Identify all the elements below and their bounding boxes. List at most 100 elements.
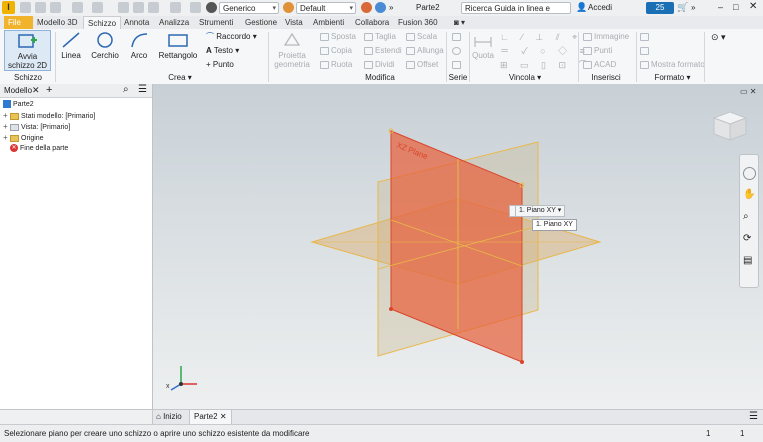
home-icon[interactable] [118, 2, 129, 13]
appearance-select[interactable]: Generico ▾ [219, 2, 279, 14]
tab-collabora[interactable]: Collabora [351, 16, 393, 29]
subscription-timer[interactable]: 25 [646, 2, 674, 14]
plane-handle[interactable] [520, 360, 524, 364]
construction-button[interactable] [640, 32, 651, 42]
tree-item-origin[interactable]: + Origine [3, 133, 44, 143]
tab-ambienti[interactable]: Ambienti [309, 16, 348, 29]
text-button[interactable]: A Testo ▾ [206, 46, 239, 56]
origin-planes[interactable]: XZ Plane [153, 84, 763, 409]
appearance-icon[interactable] [206, 2, 217, 13]
exit-sketch-icon[interactable]: ⊙ ▾ [711, 32, 726, 43]
scale-button[interactable]: Scala [406, 32, 437, 42]
chevron-right-icon[interactable]: » [389, 3, 393, 12]
color-icon[interactable] [283, 2, 294, 13]
material-icon[interactable] [190, 2, 201, 13]
view-cube[interactable] [710, 108, 750, 144]
offset-button[interactable]: Offset [406, 60, 438, 70]
tab-document[interactable]: Parte2 ✕ [189, 410, 232, 425]
circle-button[interactable]: Cerchio [90, 31, 120, 60]
tab-strumenti[interactable]: Strumenti [195, 16, 237, 29]
trim-button[interactable]: Taglia [364, 32, 396, 42]
menu-icon[interactable]: ☰ [138, 84, 147, 95]
fx-icon[interactable] [361, 2, 372, 13]
fillet-button[interactable]: ⌒ Raccordo ▾ [206, 32, 257, 42]
graphics-viewport[interactable]: XZ Plane ⋮ 1. Piano XY ▾ 1. Piano XY ▭ ✕… [153, 84, 763, 409]
dimension-button[interactable]: Quota [472, 35, 494, 60]
tab-vista[interactable]: Vista [281, 16, 307, 29]
close-tab-icon[interactable]: ✕ [220, 412, 227, 421]
tab-gestione[interactable]: Gestione [241, 16, 281, 29]
look-at-icon[interactable]: ▤ [743, 255, 752, 266]
constraints-row-1[interactable]: ∟ ∕ ⊥ ⫽ ⌖ [500, 32, 582, 42]
expand-icon[interactable]: + [3, 122, 10, 132]
close-icon[interactable]: ✕ [749, 1, 757, 12]
project-geometry-button[interactable]: Proietta geometria [272, 31, 312, 69]
tab-options-icon[interactable]: ◙ ▾ [450, 16, 469, 29]
browser-close-icon[interactable]: ✕ [32, 85, 40, 96]
user-icon[interactable]: 👤 [576, 2, 587, 13]
search-icon[interactable]: ⌕ [123, 84, 129, 95]
zoom-icon[interactable]: ⌕ [743, 211, 749, 222]
maximize-icon[interactable]: □ [733, 2, 738, 12]
expand-icon[interactable]: + [3, 111, 10, 121]
tab-home[interactable]: ⌂ Inizio [156, 412, 182, 421]
tab-fusion-360[interactable]: Fusion 360 [394, 16, 442, 29]
chevron-right-icon-2[interactable]: » [691, 3, 695, 12]
undo-icon[interactable] [72, 2, 83, 13]
arc-button[interactable]: Arco [126, 31, 152, 60]
split-button[interactable]: Dividi [364, 60, 395, 70]
chevron-down-icon[interactable]: ▾ [558, 207, 562, 214]
tree-item-view[interactable]: + Vista: [Primario] [3, 122, 70, 132]
mirror-button[interactable] [452, 60, 463, 70]
cart-icon[interactable]: 🛒 [677, 2, 688, 13]
move-button[interactable]: Sposta [320, 32, 356, 42]
material-select[interactable]: Default ▾ [296, 2, 356, 14]
points-button[interactable]: Punti [583, 46, 612, 56]
tree-item-model-states[interactable]: + Stati modello: [Primario] [3, 111, 95, 121]
open-file-icon[interactable] [35, 2, 46, 13]
tree-item-end-of-part[interactable]: ✕ Fine della parte [3, 144, 68, 154]
new-file-icon[interactable] [20, 2, 31, 13]
rotate-button[interactable]: Ruota [320, 60, 352, 70]
tab-annota[interactable]: Annota [120, 16, 153, 29]
tabs-menu-icon[interactable]: ☰ [749, 411, 758, 422]
close-viewport-icon[interactable]: ✕ [750, 87, 757, 96]
pan-icon[interactable]: ✋ [743, 189, 755, 200]
stretch-button[interactable]: Allunga [406, 46, 444, 56]
measure-icon[interactable] [170, 2, 181, 13]
add-browser-icon[interactable]: + [46, 84, 52, 96]
show-format-button[interactable]: Mostra formato [640, 60, 705, 70]
tab-file[interactable]: File [4, 16, 33, 29]
expand-icon[interactable]: + [3, 133, 10, 143]
selection-menu-item[interactable]: 1. Piano XY [532, 219, 577, 231]
update-icon[interactable] [133, 2, 144, 13]
copy-button[interactable]: Copia [320, 46, 352, 56]
constraints-row-2[interactable]: ＝ ✓ ○ ◇ ≡ [500, 46, 590, 56]
redo-icon[interactable] [92, 2, 103, 13]
select-icon[interactable] [148, 2, 159, 13]
save-icon[interactable] [50, 2, 61, 13]
plane-handle[interactable] [389, 307, 393, 311]
acad-button[interactable]: ACAD [583, 60, 616, 70]
line-button[interactable]: Linea [58, 31, 84, 60]
tab-schizzo[interactable]: Schizzo [83, 16, 122, 30]
tree-root[interactable]: Parte2 [3, 100, 34, 110]
start-sketch-button[interactable]: Avvia schizzo 2D [4, 30, 51, 71]
restore-viewport-icon[interactable]: ▭ [740, 87, 748, 96]
point-button[interactable]: + Punto [206, 60, 234, 70]
signin-link[interactable]: Accedi [588, 3, 612, 12]
circular-pattern-button[interactable] [452, 46, 463, 56]
app-logo[interactable]: I [2, 1, 15, 14]
tab-modello-3d[interactable]: Modello 3D [33, 16, 81, 29]
search-input[interactable]: Ricerca Guida in linea e comand [461, 2, 571, 25]
minimize-icon[interactable]: – [718, 2, 723, 12]
centerline-button[interactable] [640, 46, 651, 56]
params-icon[interactable] [375, 2, 386, 13]
rectangle-button[interactable]: Rettangolo [157, 31, 199, 60]
steering-wheel-icon[interactable] [743, 167, 756, 180]
tab-analizza[interactable]: Analizza [155, 16, 193, 29]
selection-tooltip[interactable]: 1. Piano XY ▾ [515, 205, 566, 217]
extend-button[interactable]: Estendi [364, 46, 402, 56]
rect-pattern-button[interactable] [452, 32, 463, 42]
orbit-icon[interactable]: ⟳ [743, 233, 751, 244]
